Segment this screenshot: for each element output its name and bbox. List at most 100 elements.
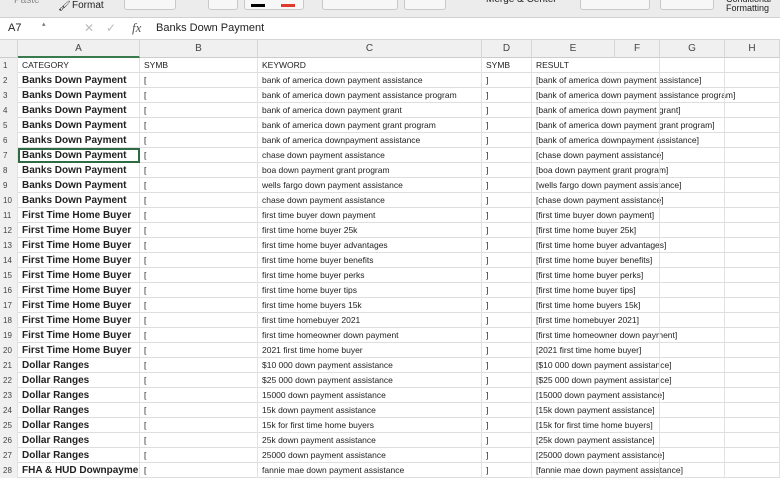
category-cell[interactable]: First Time Home Buyer <box>18 253 140 268</box>
symb-open-cell[interactable]: [ <box>140 358 258 373</box>
symb-close-cell[interactable]: ] <box>482 448 532 463</box>
cell[interactable] <box>660 88 725 103</box>
row-number[interactable]: 7 <box>0 148 18 163</box>
result-cell[interactable]: [15k down payment assistance] <box>532 403 655 418</box>
symb-open-cell[interactable]: [ <box>140 433 258 448</box>
row-number[interactable]: 15 <box>0 268 18 283</box>
cell[interactable] <box>615 313 660 328</box>
cell[interactable] <box>725 268 780 283</box>
column-header-a[interactable]: A <box>18 40 140 58</box>
symb-close-cell[interactable]: ] <box>482 73 532 88</box>
cell[interactable] <box>725 418 780 433</box>
cell[interactable] <box>615 388 660 403</box>
cell[interactable] <box>660 103 725 118</box>
row-number[interactable]: 3 <box>0 88 18 103</box>
cell[interactable] <box>615 208 660 223</box>
symb-open-cell[interactable]: [ <box>140 418 258 433</box>
category-cell[interactable]: Banks Down Payment <box>18 148 140 163</box>
category-cell[interactable]: Banks Down Payment <box>18 133 140 148</box>
row-number[interactable]: 24 <box>0 403 18 418</box>
result-cell[interactable]: [first time homebuyer 2021] <box>532 313 639 328</box>
decimal-buttons[interactable] <box>660 0 714 10</box>
keyword-cell[interactable]: first time home buyer perks <box>258 268 482 283</box>
symb-open-cell[interactable]: [ <box>140 103 258 118</box>
function-icon[interactable]: fx <box>132 20 141 36</box>
cell[interactable] <box>615 283 660 298</box>
row-number[interactable]: 25 <box>0 418 18 433</box>
symb-close-cell[interactable]: ] <box>482 193 532 208</box>
cell[interactable] <box>615 193 660 208</box>
cell[interactable] <box>660 433 725 448</box>
cell[interactable] <box>725 103 780 118</box>
confirm-icon[interactable]: ✓ <box>106 21 116 35</box>
symb-close-cell[interactable]: ] <box>482 208 532 223</box>
category-cell[interactable]: Banks Down Payment <box>18 178 140 193</box>
result-cell[interactable]: [2021 first time home buyer] <box>532 343 641 358</box>
symb-open-cell[interactable]: [ <box>140 328 258 343</box>
symb-open-cell[interactable]: [ <box>140 238 258 253</box>
cell[interactable] <box>660 178 725 193</box>
column-header-h[interactable]: H <box>725 40 780 58</box>
symb-open-cell[interactable]: [ <box>140 373 258 388</box>
cell[interactable] <box>725 388 780 403</box>
paste-button[interactable]: Paste <box>14 0 40 13</box>
cell[interactable] <box>615 238 660 253</box>
result-cell[interactable]: [wells fargo down payment assistance] <box>532 178 682 193</box>
cell[interactable] <box>660 118 725 133</box>
cell[interactable] <box>615 133 660 148</box>
keyword-cell[interactable]: 15000 down payment assistance <box>258 388 482 403</box>
cell[interactable] <box>725 133 780 148</box>
symb-close-cell[interactable]: ] <box>482 133 532 148</box>
category-cell[interactable]: Banks Down Payment <box>18 118 140 133</box>
category-cell[interactable]: FHA & HUD Downpayme <box>18 463 140 478</box>
category-cell[interactable]: Banks Down Payment <box>18 73 140 88</box>
category-cell[interactable]: Dollar Ranges <box>18 403 140 418</box>
row-number[interactable]: 17 <box>0 298 18 313</box>
category-cell[interactable]: Dollar Ranges <box>18 358 140 373</box>
symb-open-cell[interactable]: [ <box>140 118 258 133</box>
symb-open-cell[interactable]: [ <box>140 448 258 463</box>
cell[interactable] <box>725 373 780 388</box>
cell[interactable] <box>615 148 660 163</box>
symb-close-cell[interactable]: ] <box>482 463 532 478</box>
cell[interactable] <box>615 223 660 238</box>
row-number[interactable]: 4 <box>0 103 18 118</box>
keyword-cell[interactable]: first time home buyer 25k <box>258 223 482 238</box>
row-number[interactable]: 9 <box>0 178 18 193</box>
cell[interactable] <box>725 403 780 418</box>
keyword-cell[interactable]: 25000 down payment assistance <box>258 448 482 463</box>
symb-close-cell[interactable]: ] <box>482 388 532 403</box>
cell[interactable] <box>660 403 725 418</box>
symb-open-cell[interactable]: [ <box>140 343 258 358</box>
cell[interactable] <box>725 448 780 463</box>
result-cell[interactable]: [first time home buyer 25k] <box>532 223 636 238</box>
row-number[interactable]: 13 <box>0 238 18 253</box>
row-number[interactable]: 28 <box>0 463 18 478</box>
cell[interactable] <box>615 118 660 133</box>
cell[interactable] <box>725 313 780 328</box>
cell[interactable] <box>725 178 780 193</box>
cell[interactable] <box>615 73 660 88</box>
indent-buttons[interactable] <box>404 0 446 10</box>
symb-close-cell[interactable]: ] <box>482 343 532 358</box>
symb-close-cell[interactable]: ] <box>482 118 532 133</box>
result-cell[interactable]: [25000 down payment assistance] <box>532 448 665 463</box>
cell[interactable] <box>615 358 660 373</box>
cell[interactable] <box>615 433 660 448</box>
cell[interactable] <box>660 298 725 313</box>
cell[interactable] <box>660 463 725 478</box>
category-cell[interactable]: Banks Down Payment <box>18 103 140 118</box>
symb-close-cell[interactable]: ] <box>482 313 532 328</box>
cell[interactable] <box>725 208 780 223</box>
color-buttons[interactable] <box>244 0 304 10</box>
cell[interactable] <box>725 193 780 208</box>
borders-button[interactable] <box>208 0 238 10</box>
cell[interactable]: SYMB <box>140 58 258 73</box>
row-number[interactable]: 26 <box>0 433 18 448</box>
name-box[interactable]: A7 <box>8 22 21 34</box>
cell[interactable] <box>660 388 725 403</box>
row-number[interactable]: 8 <box>0 163 18 178</box>
symb-open-cell[interactable]: [ <box>140 223 258 238</box>
cell[interactable] <box>660 163 725 178</box>
cell[interactable] <box>725 343 780 358</box>
